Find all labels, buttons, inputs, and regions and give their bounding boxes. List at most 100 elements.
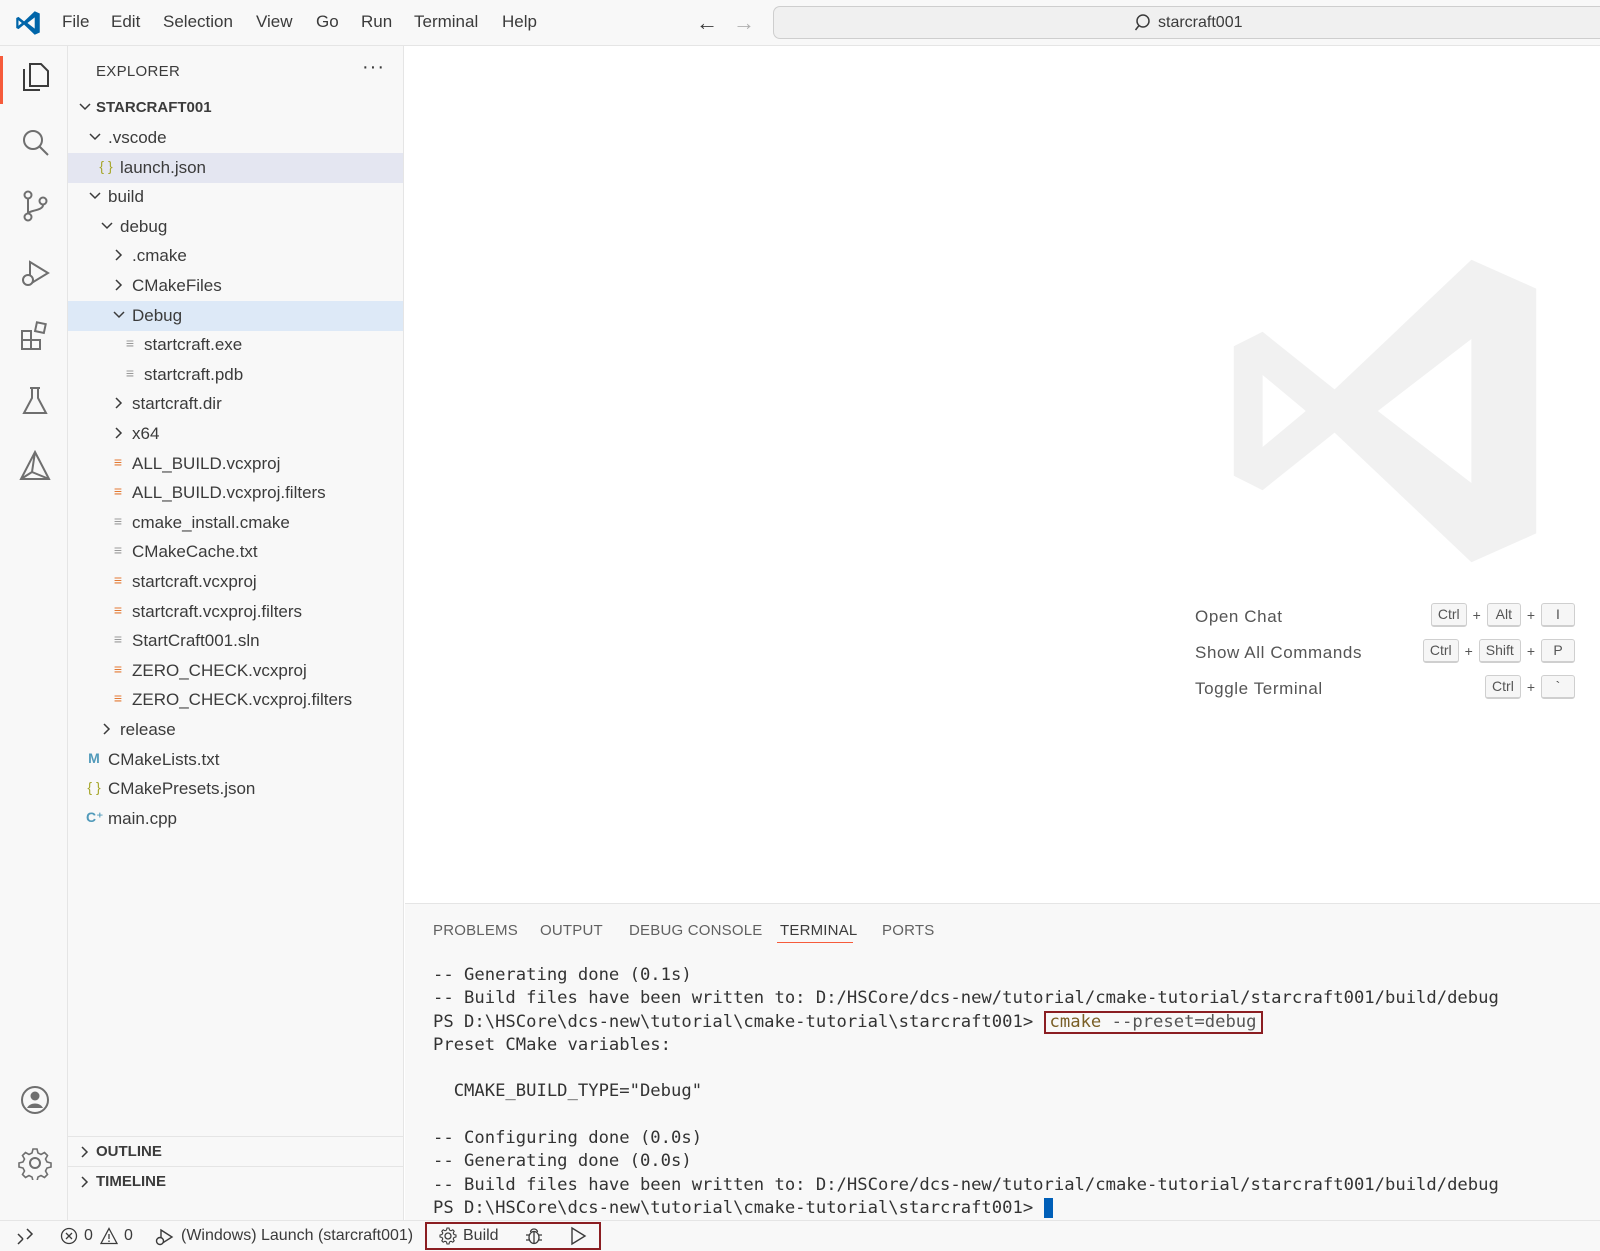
tree-file[interactable]: { } launch.json (68, 152, 403, 183)
debug-bug-icon[interactable] (524, 1226, 544, 1246)
more-actions-icon[interactable]: ··· (362, 56, 385, 79)
explorer-title: EXPLORER (96, 63, 181, 80)
tree-file[interactable]: ≡ ZERO_CHECK.vcxproj.filters (68, 685, 403, 715)
text-file-icon: ≡ (125, 364, 135, 381)
menu-go[interactable]: Go (316, 12, 339, 32)
tab-debug-console[interactable]: DEBUG CONSOLE (629, 922, 762, 939)
tree-item-label: CMakeFiles (132, 276, 222, 295)
tree-folder[interactable]: CMakeFiles (68, 271, 403, 301)
timeline-label: TIMELINE (96, 1173, 166, 1190)
launch-debug-icon[interactable] (154, 1227, 174, 1247)
menu-selection[interactable]: Selection (163, 12, 233, 32)
arrow-left-icon[interactable]: ← (696, 10, 718, 36)
menu-file[interactable]: File (62, 12, 89, 32)
terminal-line: -- Generating done (0.1s) (433, 965, 692, 985)
activity-bar (0, 46, 68, 1220)
tree-item-label: .vscode (108, 128, 167, 147)
run-debug-icon[interactable] (18, 256, 52, 290)
tree-folder[interactable]: startcraft.dir (68, 389, 403, 419)
tree-item-label: build (108, 187, 144, 207)
title-bar: File Edit Selection View Go Run Terminal… (0, 0, 1600, 46)
tree-folder[interactable]: debug (68, 212, 403, 242)
cmake-file-icon: M (88, 749, 100, 766)
tree-item-label: cmake_install.cmake (132, 512, 290, 532)
tab-terminal[interactable]: TERMINAL (780, 922, 857, 939)
search-icon[interactable] (18, 126, 52, 160)
menu-help[interactable]: Help (502, 12, 537, 32)
terminal-output[interactable]: -- Generating done (0.1s) -- Build files… (433, 964, 1593, 1220)
remote-icon[interactable] (16, 1227, 34, 1245)
text-file-icon: ≡ (113, 542, 123, 559)
tree-item-label: ALL_BUILD.vcxproj.filters (132, 483, 326, 503)
tab-ports[interactable]: PORTS (882, 922, 934, 939)
testing-icon[interactable] (18, 384, 52, 418)
launch-config[interactable]: (Windows) Launch (starcraft001) (181, 1227, 413, 1245)
tree-folder[interactable]: .vscode (68, 123, 403, 153)
tree-file[interactable]: M CMakeLists.txt (68, 745, 403, 775)
tree-file[interactable]: ≡ startcraft.exe (68, 330, 403, 360)
terminal-line: Preset CMake variables: (433, 1034, 671, 1055)
tree-folder[interactable]: x64 (68, 419, 403, 449)
tree-file[interactable]: C⁺ main.cpp (68, 804, 403, 834)
key-cap: I (1541, 603, 1575, 627)
menu-edit[interactable]: Edit (111, 12, 140, 32)
chevron-right-icon (81, 1176, 89, 1188)
workspace-root[interactable]: STARCRAFT001 (68, 93, 403, 123)
tree-folder[interactable]: release (68, 715, 403, 745)
terminal-line: -- Configuring done (0.0s) (433, 1128, 703, 1149)
tree-item-label: CMakeCache.txt (132, 542, 258, 562)
tree-folder[interactable]: .cmake (68, 241, 403, 271)
timeline-section[interactable]: TIMELINE (68, 1166, 403, 1196)
tree-file[interactable]: ≡ ALL_BUILD.vcxproj.filters (68, 478, 403, 508)
account-icon[interactable] (18, 1083, 52, 1117)
shortcut-show-all-commands[interactable]: Show All Commands Ctrl + Shift + P (1195, 639, 1575, 669)
tree-file[interactable]: ≡ startcraft.pdb (68, 360, 403, 390)
tree-file[interactable]: ≡ ALL_BUILD.vcxproj (68, 449, 403, 479)
tree-file[interactable]: ≡ startcraft.vcxproj.filters (68, 597, 403, 627)
arrow-right-icon[interactable]: → (733, 10, 755, 36)
chevron-down-icon (101, 222, 113, 229)
tree-file[interactable]: ≡ cmake_install.cmake (68, 508, 403, 538)
error-count[interactable]: 0 (84, 1227, 93, 1245)
vscode-logo-icon[interactable] (14, 9, 42, 37)
shortcut-open-chat[interactable]: Open Chat Ctrl + Alt + I (1195, 603, 1575, 633)
shortcut-toggle-terminal[interactable]: Toggle Terminal Ctrl + ` (1195, 675, 1575, 705)
tree-item-label: main.cpp (108, 808, 177, 828)
tree-file[interactable]: ≡ startcraft.vcxproj (68, 567, 403, 597)
menu-run[interactable]: Run (361, 12, 392, 32)
build-button[interactable]: Build (463, 1227, 499, 1245)
tree-folder[interactable]: build (68, 182, 403, 212)
explorer-icon[interactable] (18, 60, 52, 94)
key-cap: Alt (1486, 603, 1521, 627)
tree-folder[interactable]: Debug (68, 300, 403, 331)
cmake-icon[interactable] (18, 449, 52, 483)
tree-item-label: startcraft.pdb (144, 364, 244, 384)
tree-file[interactable]: ≡ ZERO_CHECK.vcxproj (68, 656, 403, 686)
msbuild-file-icon: ≡ (113, 601, 123, 618)
chevron-down-icon (89, 192, 101, 200)
source-control-icon[interactable] (18, 189, 52, 223)
menu-terminal[interactable]: Terminal (414, 12, 478, 32)
tree-item-label: release (120, 720, 176, 739)
key-cap: P (1541, 639, 1575, 663)
command-center-search[interactable]: starcraft001 (773, 6, 1600, 39)
key-cap: Shift (1478, 639, 1521, 663)
tree-file[interactable]: ≡ StartCraft001.sln (68, 626, 403, 656)
tab-output[interactable]: OUTPUT (540, 922, 603, 939)
warning-icon[interactable] (100, 1227, 118, 1245)
outline-section[interactable]: OUTLINE (68, 1136, 403, 1166)
msbuild-file-icon: ≡ (113, 572, 123, 588)
error-icon[interactable] (60, 1227, 78, 1245)
tab-problems[interactable]: PROBLEMS (433, 922, 518, 939)
gear-icon[interactable] (439, 1227, 457, 1245)
msbuild-file-icon: ≡ (113, 690, 123, 707)
menu-view[interactable]: View (256, 12, 293, 32)
tree-file[interactable]: { } CMakePresets.json (68, 774, 403, 804)
warning-count[interactable]: 0 (124, 1227, 133, 1245)
run-play-icon[interactable] (569, 1226, 587, 1246)
extensions-icon[interactable] (18, 319, 52, 353)
settings-gear-icon[interactable] (18, 1146, 52, 1180)
tree-file[interactable]: ≡ CMakeCache.txt (68, 537, 403, 567)
outline-label: OUTLINE (96, 1143, 162, 1160)
